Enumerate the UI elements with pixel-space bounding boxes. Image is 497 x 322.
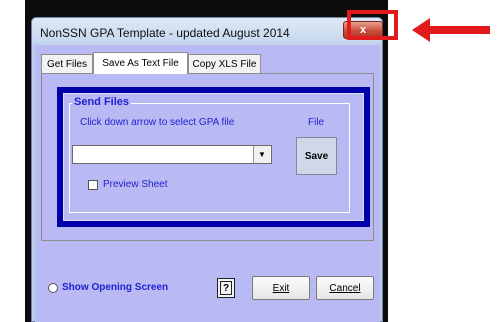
preview-sheet-label: Preview Sheet [103, 179, 168, 190]
window-title: NonSSN GPA Template - updated August 201… [40, 26, 290, 40]
exit-button-label: Exit [272, 282, 290, 294]
tab-label: Save As Text File [102, 58, 179, 69]
show-opening-screen-radio[interactable] [48, 283, 58, 293]
instruction-text: Click down arrow to select GPA file [80, 117, 235, 128]
tab-label: Copy XLS File [192, 58, 257, 70]
cancel-button[interactable]: Cancel [316, 276, 374, 300]
file-label: File [308, 117, 325, 128]
dropdown-arrow-icon: ▼ [258, 150, 266, 159]
tab-save-as-text-file[interactable]: Save As Text File [93, 52, 188, 74]
tab-copy-xls-file[interactable]: Copy XLS File [188, 54, 261, 73]
tab-get-files[interactable]: Get Files [41, 54, 93, 73]
send-files-title: Send Files [72, 96, 132, 108]
preview-sheet-checkbox[interactable] [88, 180, 98, 190]
help-icon: ? [220, 281, 232, 295]
tab-label: Get Files [46, 58, 87, 70]
save-button-label: Save [304, 150, 329, 162]
save-button[interactable]: Save [296, 137, 337, 175]
annotation-highlight-box [347, 10, 398, 40]
exit-button[interactable]: Exit [252, 276, 310, 300]
gpa-file-select[interactable] [72, 145, 272, 164]
arrow-annotation-icon [412, 18, 490, 42]
help-button[interactable]: ? [217, 278, 235, 298]
cancel-button-label: Cancel [329, 282, 361, 294]
show-opening-screen-label: Show Opening Screen [62, 282, 169, 293]
dropdown-button[interactable]: ▼ [253, 146, 270, 163]
